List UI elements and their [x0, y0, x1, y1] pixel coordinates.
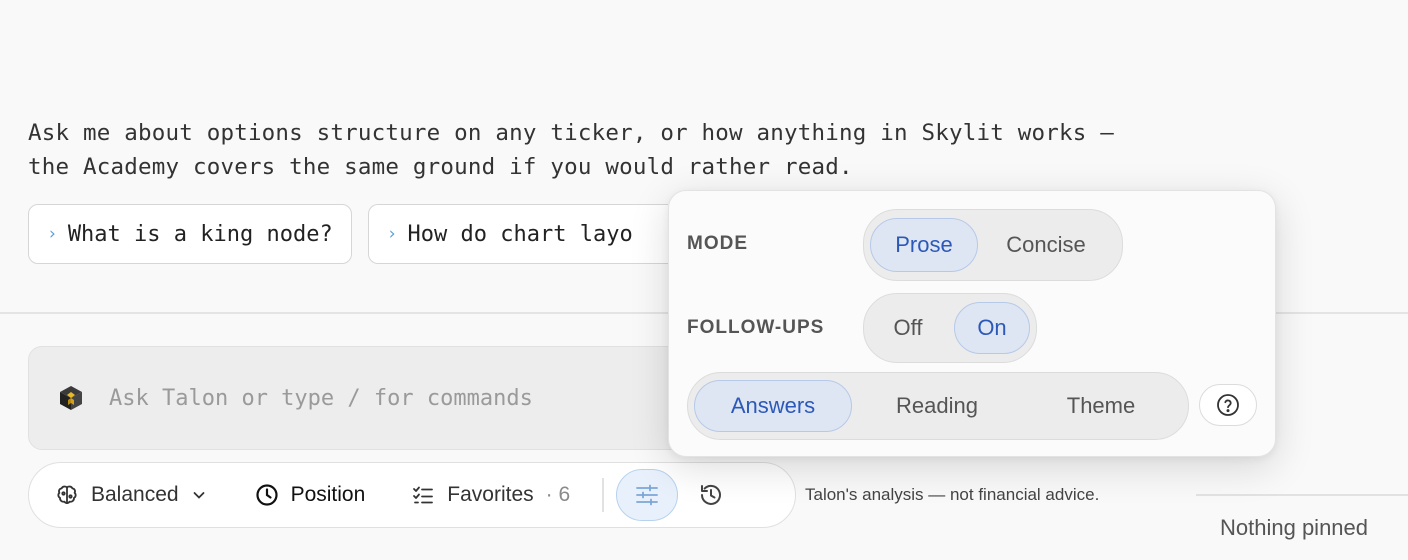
history-button[interactable] [698, 482, 724, 508]
settings-tabs: Answers Reading Theme [687, 372, 1189, 440]
settings-popover: MODE Prose Concise FOLLOW-UPS Off On Ans… [668, 190, 1276, 457]
mode-label: MODE [687, 233, 748, 254]
disclaimer-text: Talon's analysis — not financial advice. [805, 485, 1100, 504]
composer-toolbar: Balanced Position Favorites · 6 [28, 462, 796, 528]
balanced-dropdown[interactable]: Balanced [55, 483, 207, 507]
followups-option-off[interactable]: Off [870, 302, 946, 354]
clock-icon [255, 484, 278, 506]
chevron-right-icon: › [49, 224, 56, 244]
balanced-label: Balanced [91, 483, 179, 506]
tab-answers[interactable]: Answers [694, 380, 852, 432]
composer-input[interactable] [109, 385, 709, 411]
talon-cube-icon [60, 386, 82, 410]
mode-toggle: Prose Concise [863, 209, 1123, 281]
favorites-count: · 6 [545, 483, 571, 506]
suggestion-label: How do chart layo [407, 221, 633, 247]
followups-toggle: Off On [863, 293, 1037, 363]
followups-label: FOLLOW-UPS [687, 317, 825, 338]
favorites-button[interactable]: Favorites · 6 [411, 483, 570, 507]
suggestion-chip-chart-layout[interactable]: › How do chart layo [367, 204, 668, 264]
toolbar-separator [602, 478, 604, 512]
suggestion-chip-king-node[interactable]: › What is a king node? [28, 204, 352, 264]
followups-option-on[interactable]: On [954, 302, 1030, 354]
help-icon [1217, 394, 1239, 416]
pinned-divider [1196, 494, 1408, 496]
chevron-down-icon [193, 492, 204, 499]
pinned-status: Nothing pinned [1220, 515, 1369, 540]
tab-reading[interactable]: Reading [858, 380, 1016, 432]
settings-toggle-button[interactable] [615, 469, 678, 521]
position-button[interactable]: Position [255, 483, 366, 507]
brain-icon [57, 485, 77, 504]
mode-option-concise[interactable]: Concise [982, 218, 1110, 272]
suggestion-chips: › What is a king node? › How do chart la… [28, 204, 668, 264]
intro-text: Ask me about options structure on any ti… [28, 116, 1158, 184]
intro-line-2: the Academy covers the same ground if yo… [28, 154, 853, 180]
help-button[interactable] [1199, 384, 1257, 426]
intro-line-1: Ask me about options structure on any ti… [28, 120, 1114, 146]
position-label: Position [290, 483, 366, 506]
tab-theme[interactable]: Theme [1022, 380, 1180, 432]
sliders-icon [635, 484, 658, 506]
mode-option-prose[interactable]: Prose [870, 218, 978, 272]
history-icon [700, 484, 721, 505]
suggestion-label: What is a king node? [67, 221, 333, 247]
favorites-label: Favorites [447, 483, 534, 506]
chevron-right-icon: › [388, 224, 396, 244]
checklist-icon [413, 486, 434, 504]
